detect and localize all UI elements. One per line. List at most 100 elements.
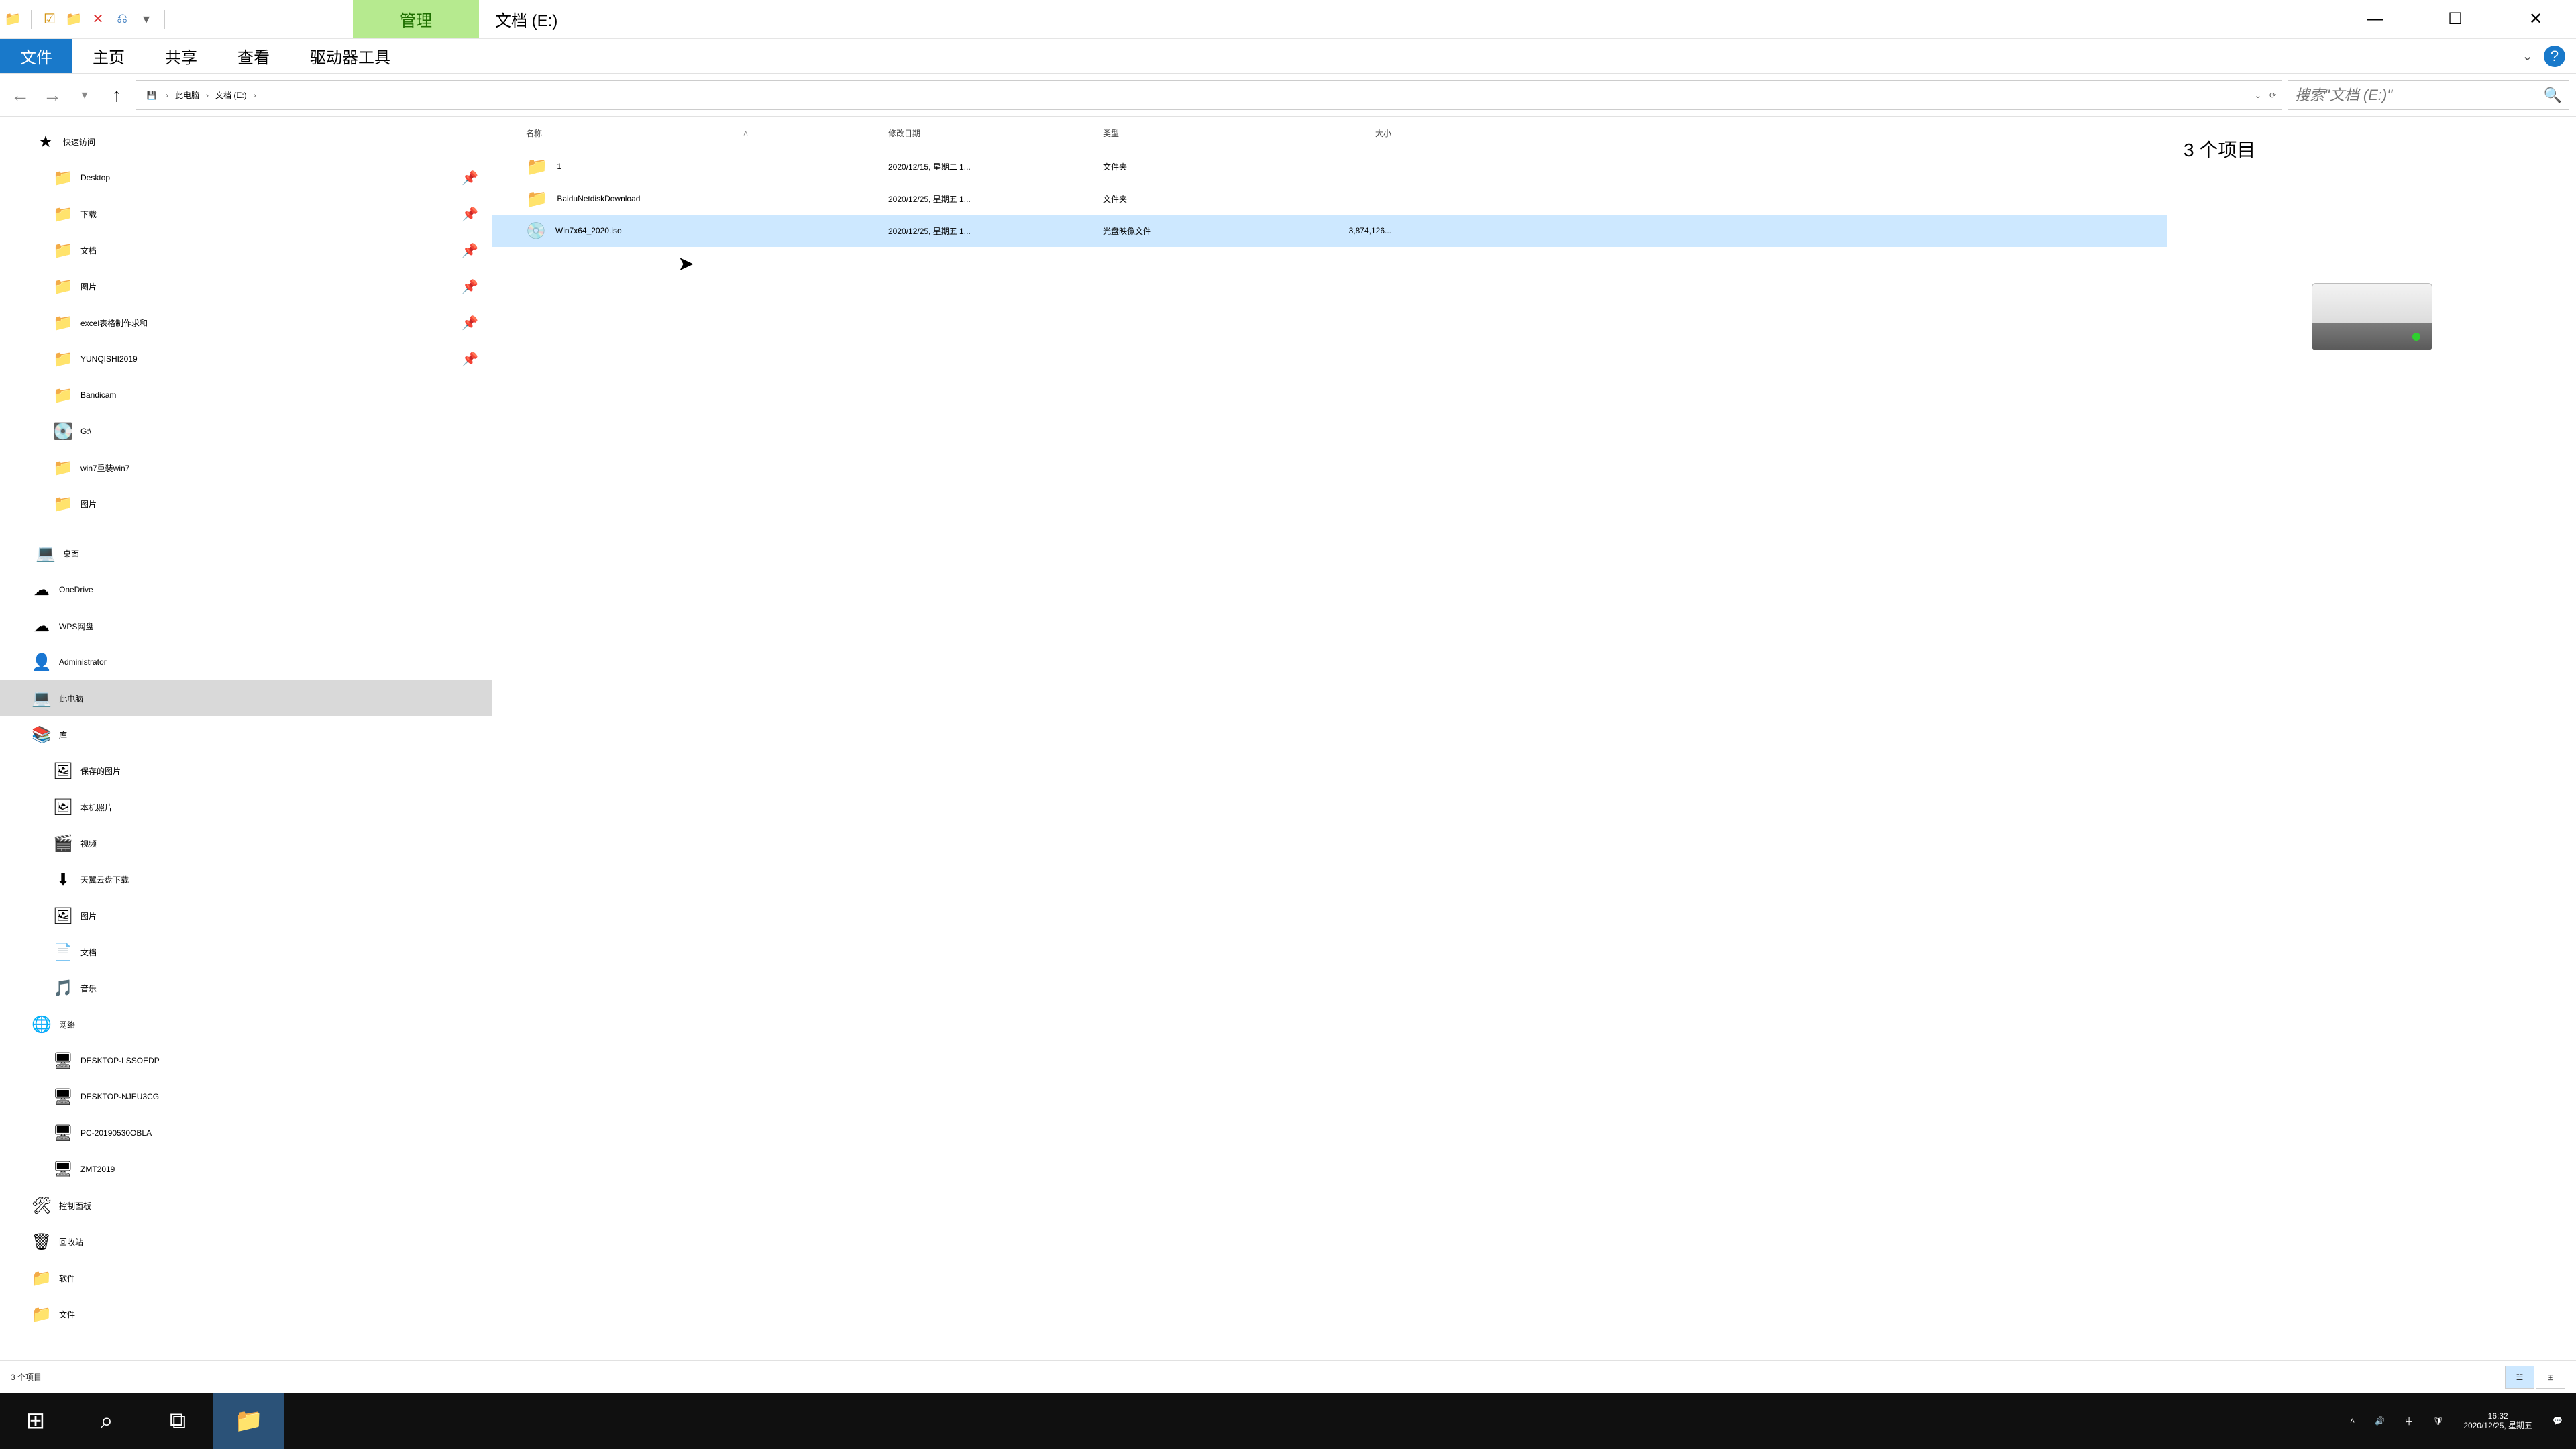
search-box[interactable]: 🔍 (2288, 80, 2569, 110)
chevron-right-icon[interactable]: › (164, 91, 170, 100)
nav-item[interactable]: ☁OneDrive (0, 572, 492, 608)
qat-dropdown-icon[interactable]: ▾ (138, 11, 155, 28)
tab-file[interactable]: 文件 (0, 39, 72, 73)
nav-item[interactable]: 💻桌面 (0, 535, 492, 572)
navigation-pane[interactable]: ★快速访问📁Desktop📌📁下载📌📁文档📌📁图片📌📁excel表格制作求和📌📁… (0, 117, 492, 1360)
recent-dropdown[interactable]: ▾ (71, 82, 98, 109)
ribbon-collapse-icon[interactable]: ⌄ (2522, 48, 2533, 64)
column-type[interactable]: 类型 (1103, 127, 1284, 139)
nav-item[interactable]: 🖼图片 (0, 898, 492, 934)
cloud-icon: ☁ (32, 580, 51, 599)
chevron-right-icon[interactable]: › (252, 91, 258, 100)
nav-item[interactable]: 🌐网络 (0, 1006, 492, 1042)
close-button[interactable]: ✕ (2496, 0, 2576, 38)
maximize-button[interactable]: ☐ (2415, 0, 2496, 38)
qat-properties-icon[interactable]: ☑ (41, 11, 58, 28)
address-dropdown-icon[interactable]: ⌄ (2255, 91, 2261, 100)
file-row[interactable]: 💿Win7x64_2020.iso2020/12/25, 星期五 1...光盘映… (492, 215, 2167, 247)
nav-item[interactable]: 📁文档📌 (0, 232, 492, 268)
nav-item[interactable]: 📁下载📌 (0, 196, 492, 232)
volume-icon[interactable]: 🔊 (2375, 1416, 2385, 1426)
help-icon[interactable]: ? (2544, 46, 2565, 67)
nav-item[interactable]: ☁WPS网盘 (0, 608, 492, 644)
crumb-current[interactable]: 文档 (E:) (213, 89, 250, 101)
refresh-icon[interactable]: ⟳ (2269, 91, 2276, 100)
column-headers[interactable]: 名称 ˄ 修改日期 类型 大小 (492, 117, 2167, 150)
security-icon[interactable]: 🛡 (2433, 1416, 2443, 1426)
nav-item[interactable]: 💽 G:\ (0, 413, 492, 449)
nav-item[interactable]: 📁Desktop📌 (0, 160, 492, 196)
sort-asc-icon: ˄ (743, 129, 748, 138)
pin-icon: 📌 (462, 315, 478, 331)
nav-item[interactable]: 💻此电脑 (0, 680, 492, 716)
file-row[interactable]: 📁BaiduNetdiskDownload2020/12/25, 星期五 1..… (492, 182, 2167, 215)
nav-item[interactable]: 📚库 (0, 716, 492, 753)
thumbnails-view-button[interactable]: ⊞ (2536, 1366, 2565, 1389)
task-view-button[interactable]: ⧉ (142, 1393, 213, 1449)
nav-item-label: excel表格制作求和 (80, 317, 148, 329)
cp-icon: 🛠 (32, 1196, 51, 1215)
nav-item[interactable]: 📁软件 (0, 1260, 492, 1296)
ime-indicator[interactable]: 中 (2405, 1415, 2413, 1427)
minimize-button[interactable]: — (2334, 0, 2415, 38)
nav-item[interactable]: 🖼保存的图片 (0, 753, 492, 789)
tab-view[interactable]: 查看 (217, 39, 290, 73)
pin-icon: 📌 (462, 351, 478, 368)
nav-item[interactable]: 🗑回收站 (0, 1224, 492, 1260)
nav-item[interactable]: 🎬视频 (0, 825, 492, 861)
nav-item[interactable]: 📁excel表格制作求和📌 (0, 305, 492, 341)
nav-item[interactable]: ★快速访问 (0, 123, 492, 160)
nav-item-label: 文件 (59, 1309, 75, 1320)
nav-item[interactable]: ⬇天翼云盘下载 (0, 861, 492, 898)
nav-item[interactable]: 🖥PC-20190530OBLA (0, 1115, 492, 1151)
back-button[interactable]: ← (7, 82, 34, 109)
explorer-taskbar-button[interactable]: 📁 (213, 1393, 284, 1449)
address-bar[interactable]: 💾 › 此电脑 › 文档 (E:) › ⌄ ⟳ (136, 80, 2282, 110)
pc-net-icon: 🖥 (54, 1051, 72, 1070)
details-view-button[interactable]: ☱ (2505, 1366, 2534, 1389)
drive-icon: 💾 (142, 85, 162, 105)
crumb-this-pc[interactable]: 此电脑 (172, 89, 202, 101)
drive-preview-icon (2312, 283, 2432, 350)
clock[interactable]: 16:32 2020/12/25, 星期五 (2463, 1411, 2532, 1431)
column-size[interactable]: 大小 (1284, 127, 1405, 139)
nav-item[interactable]: 🎵音乐 (0, 970, 492, 1006)
action-center-icon[interactable]: 💬 (2553, 1416, 2563, 1426)
pic-icon: 🖼 (54, 798, 72, 816)
qat-delete-icon[interactable]: ✕ (89, 11, 107, 28)
search-input[interactable] (2295, 87, 2544, 104)
tab-drive-tools[interactable]: 驱动器工具 (290, 39, 411, 73)
up-button[interactable]: ↑ (103, 82, 130, 109)
contextual-tab-manage[interactable]: 管理 (353, 0, 479, 38)
file-name: 1 (557, 162, 561, 171)
nav-item[interactable]: 🖥 DESKTOP-LSSOEDP (0, 1042, 492, 1079)
chevron-right-icon[interactable]: › (205, 91, 210, 100)
nav-item-label: G:\ (80, 427, 91, 436)
nav-item-label: DESKTOP-LSSOEDP (80, 1056, 160, 1065)
nav-item[interactable]: 🖼本机照片 (0, 789, 492, 825)
nav-item[interactable]: 📄文档 (0, 934, 492, 970)
column-name[interactable]: 名称 (526, 127, 542, 139)
nav-item[interactable]: 🛠控制面板 (0, 1187, 492, 1224)
nav-item[interactable]: 🖥DESKTOP-NJEU3CG (0, 1079, 492, 1115)
tray-overflow-icon[interactable]: ˄ (2350, 1416, 2355, 1426)
tab-share[interactable]: 共享 (145, 39, 217, 73)
nav-item[interactable]: 📁win7重装win7 (0, 449, 492, 486)
forward-button[interactable]: → (39, 82, 66, 109)
column-date[interactable]: 修改日期 (888, 127, 1103, 139)
nav-item[interactable]: 📁文件 (0, 1296, 492, 1332)
qat-new-folder-icon[interactable]: 📁 (65, 11, 83, 28)
nav-item[interactable]: 📁Bandicam (0, 377, 492, 413)
start-button[interactable]: ⊞ (0, 1393, 71, 1449)
search-icon[interactable]: 🔍 (2544, 87, 2562, 104)
file-row[interactable]: 📁12020/12/15, 星期二 1...文件夹 (492, 150, 2167, 182)
tab-home[interactable]: 主页 (72, 39, 145, 73)
nav-item[interactable]: 👤Administrator (0, 644, 492, 680)
search-button[interactable]: ⌕ (71, 1393, 142, 1449)
nav-item[interactable]: 📁YUNQISHI2019📌 (0, 341, 492, 377)
nav-item[interactable]: 📁图片 (0, 486, 492, 522)
nav-item[interactable]: 📁图片📌 (0, 268, 492, 305)
nav-item[interactable]: 🖥ZMT2019 (0, 1151, 492, 1187)
drive-icon: 💽 (54, 422, 72, 441)
qat-undo-icon[interactable]: ⎌ (113, 11, 131, 28)
